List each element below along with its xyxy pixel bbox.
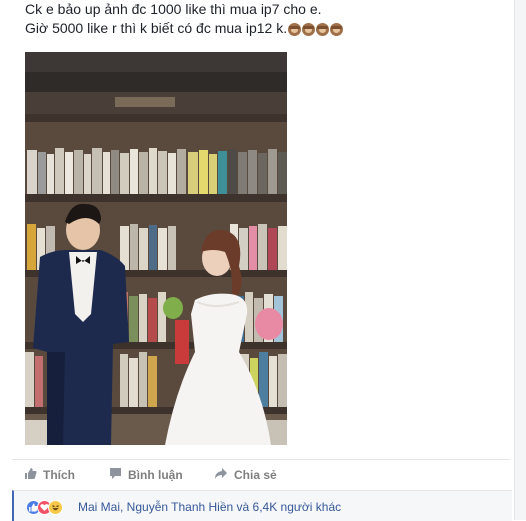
share-arrow-icon	[214, 467, 228, 483]
see-no-evil-monkey-icon	[288, 23, 302, 36]
see-no-evil-monkey-icon	[330, 23, 344, 36]
comment-label: Bình luận	[128, 468, 183, 482]
post-action-bar: Thích Bình luận Chia sẻ	[12, 459, 510, 488]
post-line-1: Ck e bảo up ảnh đc 1000 like thì mua ip7…	[25, 1, 322, 17]
reactions-summary[interactable]: Mai Mai, Nguyễn Thanh Hiền và 6,4K người…	[78, 500, 341, 514]
share-button[interactable]: Chia sẻ	[214, 466, 277, 484]
scrollbar[interactable]	[514, 0, 526, 520]
haha-reaction-icon	[48, 500, 63, 515]
facebook-post: Ck e bảo up ảnh đc 1000 like thì mua ip7…	[0, 0, 515, 521]
see-no-evil-monkey-icon	[302, 23, 316, 36]
share-label: Chia sẻ	[234, 468, 277, 482]
post-message: Ck e bảo up ảnh đc 1000 like thì mua ip7…	[25, 0, 495, 41]
post-line-2: Giờ 5000 like r thì k biết có đc mua ip1…	[25, 20, 288, 36]
post-photo[interactable]	[25, 52, 287, 445]
like-button[interactable]: Thích	[24, 466, 75, 484]
see-no-evil-monkey-icon	[316, 23, 330, 36]
monkey-emoji-group	[288, 22, 344, 41]
reactions-bar[interactable]: Mai Mai, Nguyễn Thanh Hiền và 6,4K người…	[12, 490, 512, 521]
thumbs-up-icon	[24, 467, 37, 483]
comment-button[interactable]: Bình luận	[109, 466, 183, 484]
like-label: Thích	[43, 468, 75, 482]
comment-icon	[109, 467, 122, 483]
wedding-photo-illustration	[25, 52, 287, 445]
post-line-2-wrap: Giờ 5000 like r thì k biết có đc mua ip1…	[25, 19, 495, 41]
